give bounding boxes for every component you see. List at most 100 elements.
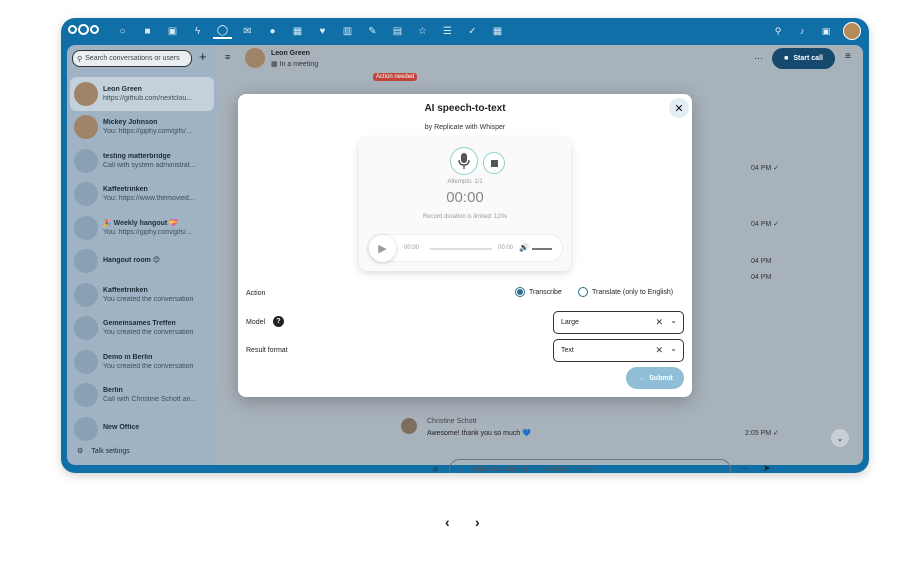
- conversation-preview: You: https://giphy.com/gifs/...: [103, 128, 192, 136]
- player-progress-bar[interactable]: [430, 248, 492, 250]
- list-item[interactable]: Kaffeetrinken You: https://www.themovied.…: [70, 178, 214, 212]
- contacts-menu-icon[interactable]: ▣: [819, 24, 833, 38]
- start-call-button[interactable]: ■ Start call: [772, 48, 835, 69]
- message-placeholder: Write message, @ to mention someone ...: [471, 466, 602, 473]
- duration-limit-note: Record duration is limited: 120s: [422, 214, 508, 220]
- avatar: [74, 215, 98, 240]
- chevron-down-icon[interactable]: ⌄: [670, 316, 677, 325]
- conversation-sidebar: ⚲ Search conversations or users + Leon G…: [67, 45, 217, 465]
- talk-settings-button[interactable]: ⚙ Talk settings: [77, 447, 130, 456]
- activity-icon[interactable]: ϟ: [188, 23, 207, 39]
- volume-slider[interactable]: [532, 248, 552, 250]
- contacts-icon[interactable]: ●: [263, 23, 282, 39]
- list-item[interactable]: Berlin Call with Christine Schott an...: [70, 379, 214, 413]
- favorites-icon[interactable]: ☆: [413, 23, 432, 39]
- conversation-preview: Call with system administrat...: [103, 161, 196, 169]
- sidebar-menu-icon[interactable]: ≡: [845, 51, 851, 62]
- scroll-down-button[interactable]: ⌄: [831, 429, 849, 447]
- next-arrow-icon[interactable]: ›: [475, 514, 480, 530]
- radio-transcribe[interactable]: Transcribe: [515, 287, 562, 297]
- top-bar: ○ ■ ▣ ϟ ◯ ✉ ● ▦ ♥ ▥ ✎ ▤ ☆ ☰ ✓ ▦ ⚲ ♪ ▣: [61, 18, 869, 44]
- radio-translate[interactable]: Translate (only to English): [578, 287, 673, 297]
- notes-icon[interactable]: ✎: [363, 23, 382, 39]
- new-conversation-button[interactable]: +: [199, 49, 207, 64]
- notifications-icon[interactable]: ♪: [795, 24, 809, 38]
- tables-icon[interactable]: ▦: [488, 23, 507, 39]
- result-format-select[interactable]: Text ✕ ⌄: [553, 339, 684, 362]
- record-timer: 00:00: [446, 189, 484, 206]
- tasks-icon[interactable]: ☰: [438, 23, 457, 39]
- emoji-icon[interactable]: ☺: [458, 466, 465, 473]
- clear-icon[interactable]: ✕: [655, 317, 663, 328]
- talk-icon[interactable]: ◯: [213, 23, 232, 39]
- checklist-icon[interactable]: ✓: [463, 23, 482, 39]
- message-time: 04 PM ✓: [751, 221, 780, 228]
- start-call-label: Start call: [793, 55, 823, 62]
- message-time: 2:05 PM ✓: [745, 430, 779, 437]
- list-item[interactable]: Leon Green https://github.com/nextclou...: [70, 77, 214, 111]
- avatar[interactable]: [245, 48, 265, 68]
- calendar-icon[interactable]: ▦: [288, 23, 307, 39]
- more-actions-icon[interactable]: ···: [741, 464, 749, 473]
- clear-icon[interactable]: ✕: [655, 345, 663, 356]
- list-item[interactable]: Demo in Berlin You created the conversati…: [70, 345, 214, 379]
- analytics-icon[interactable]: ▥: [338, 23, 357, 39]
- avatar: [74, 383, 98, 408]
- dashboard-icon[interactable]: ○: [113, 23, 132, 39]
- photos-icon[interactable]: ▣: [163, 23, 182, 39]
- conversation-preview: You created the conversation: [103, 295, 194, 303]
- list-item[interactable]: Mickey Johnson You: https://giphy.com/gif…: [70, 111, 214, 145]
- message-author: Christine Schott: [427, 418, 477, 425]
- volume-icon[interactable]: 🔊: [519, 243, 529, 252]
- radio-label: Translate (only to English): [592, 288, 674, 296]
- files-icon[interactable]: ■: [138, 23, 157, 39]
- message-input[interactable]: ☺ Write message, @ to mention someone ..…: [449, 459, 731, 473]
- conversation-list: Leon Green https://github.com/nextclou...…: [67, 77, 217, 446]
- dialog-subtitle: by Replicate with Whisper: [424, 124, 506, 131]
- close-button[interactable]: ✕: [669, 98, 689, 118]
- mail-icon[interactable]: ✉: [238, 23, 257, 39]
- dialog-title: AI speech-to-text: [424, 103, 506, 114]
- list-item[interactable]: 🎉 Weekly hangout 💝 You: https://giphy.com…: [70, 211, 214, 245]
- list-item[interactable]: Hangout room 😊: [70, 245, 214, 279]
- radio-checked-icon: [515, 287, 525, 297]
- conversation-preview: You: https://www.themovied...: [103, 195, 195, 203]
- play-button[interactable]: ▶: [369, 235, 396, 262]
- conversation-name: Berlin: [103, 387, 123, 395]
- more-options-icon[interactable]: ···: [754, 53, 763, 63]
- deck-icon[interactable]: ▤: [388, 23, 407, 39]
- microphone-icon: [458, 153, 470, 169]
- contact-name: Leon Green: [271, 50, 310, 57]
- previous-arrow-icon[interactable]: ‹: [445, 514, 450, 530]
- speech-to-text-dialog: AI speech-to-text by Replicate with Whis…: [238, 94, 692, 397]
- header-right: ⚲ ♪ ▣: [771, 22, 861, 40]
- health-icon[interactable]: ♥: [313, 23, 332, 39]
- avatar: [74, 316, 98, 341]
- conversation-name: Hangout room 😊: [103, 257, 161, 265]
- audio-recorder: Attempts: 1/1 00:00 Record duration is l…: [359, 139, 571, 271]
- nextcloud-logo[interactable]: [68, 24, 99, 35]
- search-icon[interactable]: ⚲: [771, 24, 785, 38]
- toggle-sidebar-icon[interactable]: ≡: [225, 52, 230, 62]
- chevron-down-icon[interactable]: ⌄: [670, 344, 677, 353]
- conversation-preview: Call with Christine Schott an...: [103, 396, 197, 404]
- play-icon: ▶: [378, 243, 387, 255]
- search-icon: ⚲: [77, 55, 83, 63]
- help-icon[interactable]: ?: [273, 316, 284, 327]
- list-item[interactable]: Kaffeetrinken You created the conversatio…: [70, 278, 214, 312]
- user-avatar[interactable]: [843, 22, 861, 40]
- stop-button[interactable]: [483, 152, 505, 174]
- conversation-preview: https://github.com/nextclou...: [103, 94, 193, 102]
- list-item[interactable]: Gemeinsames Treffen You created the conve…: [70, 312, 214, 346]
- model-label: Model: [246, 319, 266, 326]
- avatar: [74, 349, 98, 374]
- list-item[interactable]: testing matterbridge Call with system adm…: [70, 144, 214, 178]
- record-button[interactable]: [450, 147, 478, 175]
- model-select[interactable]: Large ✕ ⌄: [553, 311, 684, 334]
- list-item[interactable]: New Office: [70, 412, 214, 446]
- submit-button[interactable]: → Submit: [626, 367, 684, 389]
- send-icon[interactable]: ➤: [763, 463, 771, 473]
- stop-icon: [490, 159, 498, 167]
- attachment-icon[interactable]: ⌀: [433, 464, 438, 473]
- search-input[interactable]: ⚲ Search conversations or users: [72, 50, 192, 67]
